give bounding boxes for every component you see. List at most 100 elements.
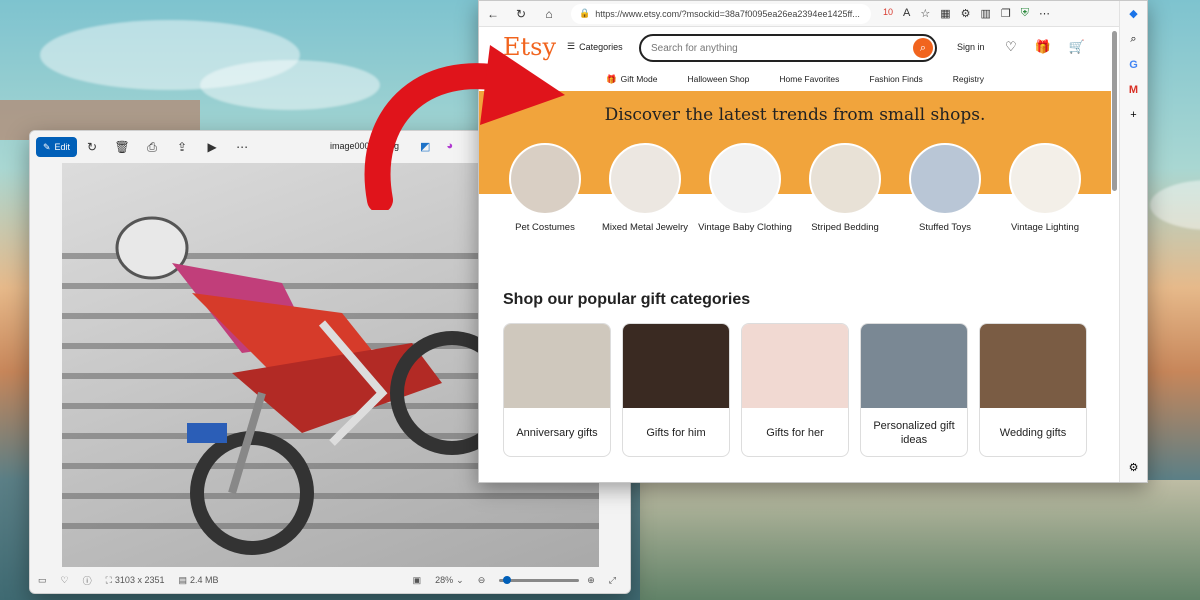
sign-in-link[interactable]: Sign in [957, 42, 985, 52]
subnav-gift-mode[interactable]: 🎁 Gift Mode [606, 69, 657, 89]
shield-icon[interactable]: ⛨ [1021, 7, 1029, 20]
trend-item[interactable]: Vintage Baby Clothing [695, 143, 795, 263]
read-aloud-icon[interactable]: A [903, 7, 910, 20]
search-icon[interactable]: ⌕ [1130, 33, 1136, 46]
subnav-fashion-finds[interactable]: Fashion Finds [869, 69, 922, 89]
fullscreen-icon[interactable]: ⤢ [609, 575, 616, 586]
gift-card-image[interactable] [504, 324, 610, 408]
trend-item[interactable]: Stuffed Toys [895, 143, 995, 263]
trend-item-label[interactable]: Pet Costumes [515, 222, 575, 234]
search-placeholder: Search for anything [651, 43, 738, 54]
more-menu-icon[interactable]: ⋯ [1039, 7, 1050, 20]
gift-card-label[interactable]: Wedding gifts [980, 408, 1086, 456]
url-text: https://www.etsy.com/?msockid=38a7f0095e… [595, 8, 860, 19]
add-icon[interactable]: + [1130, 109, 1136, 121]
gift-card-label[interactable]: Personalized gift ideas [861, 408, 967, 456]
search-button[interactable]: ⌕ [913, 38, 933, 58]
cart-icon[interactable]: 🛒 [1069, 39, 1085, 55]
etsy-subnav: 🎁 Gift Mode Halloween Shop Home Favorite… [479, 69, 1111, 89]
gift-card-image[interactable] [861, 324, 967, 408]
puzzle-icon[interactable]: ⚙ [961, 7, 971, 20]
lock-icon: 🔒 [579, 8, 591, 18]
print-icon[interactable]: ⎙ [137, 140, 167, 155]
browser-window[interactable]: ← ↻ ⌂ 🔒 https://www.etsy.com/?msockid=38… [478, 0, 1148, 483]
zoom-in-icon[interactable]: ⊕ [587, 575, 595, 586]
gift-card[interactable]: Gifts for him [622, 323, 730, 457]
trend-item[interactable]: Vintage Lighting [995, 143, 1095, 263]
gift-icon[interactable]: 🎁 [1035, 39, 1051, 55]
filmstrip-icon[interactable]: ▭ [38, 575, 47, 586]
gift-card-image[interactable] [623, 324, 729, 408]
slideshow-icon[interactable]: ▶ [197, 140, 227, 154]
share-icon[interactable]: ⇪ [167, 140, 197, 154]
chevron-down-icon: ⌄ [456, 574, 464, 585]
trend-item-label[interactable]: Vintage Lighting [1011, 222, 1079, 234]
info-icon[interactable]: ⓘ [83, 574, 92, 587]
rotate-icon[interactable]: ↻ [77, 140, 107, 154]
refresh-icon[interactable]: ↻ [507, 7, 535, 21]
zoom-dropdown[interactable]: 28% ⌄ [435, 575, 464, 586]
trends-title: Discover the latest trends from small sh… [604, 105, 986, 125]
edit-button[interactable]: ✎ Edit [36, 137, 78, 157]
gift-card-label[interactable]: Gifts for her [742, 408, 848, 456]
favorite-icon[interactable]: ♡ [61, 575, 69, 586]
gift-card-image[interactable] [742, 324, 848, 408]
gift-card[interactable]: Wedding gifts [979, 323, 1087, 457]
gift-mode-icon: 🎁 [606, 73, 617, 84]
zoom-out-icon[interactable]: ⊖ [478, 575, 486, 586]
gift-card[interactable]: Gifts for her [741, 323, 849, 457]
trend-item-image[interactable] [909, 143, 981, 215]
image-dimensions: 3103 x 2351 [114, 575, 165, 585]
favorite-star-icon[interactable]: ☆ [920, 7, 930, 20]
url-field[interactable]: 🔒 https://www.etsy.com/?msockid=38a7f009… [571, 3, 871, 24]
google-icon[interactable]: G [1129, 59, 1138, 71]
trend-item-label[interactable]: Mixed Metal Jewelry [602, 222, 688, 234]
gift-card-image[interactable] [980, 324, 1086, 408]
viewer-status-bar: ▭ ♡ ⓘ ⛶ 3103 x 2351 ▤ 2.4 MB ▣ 28% ⌄ ⊖ ⊕… [30, 567, 630, 593]
gift-card[interactable]: Personalized gift ideas [860, 323, 968, 457]
gift-card-label[interactable]: Anniversary gifts [504, 408, 610, 456]
home-icon[interactable]: ⌂ [535, 7, 563, 21]
tracker-badge[interactable]: 10 [883, 7, 893, 20]
trend-item-image[interactable] [609, 143, 681, 215]
trend-item-image[interactable] [1009, 143, 1081, 215]
trend-item-label[interactable]: Stuffed Toys [919, 222, 971, 234]
back-icon[interactable]: ← [479, 7, 507, 21]
zoom-level: 28% [435, 575, 454, 585]
subnav-halloween-shop[interactable]: Halloween Shop [687, 69, 749, 89]
trend-item[interactable]: Mixed Metal Jewelry [595, 143, 695, 263]
zoom-slider[interactable] [499, 575, 580, 584]
page-scrollbar[interactable] [1112, 31, 1117, 191]
trend-item-label[interactable]: Vintage Baby Clothing [698, 222, 792, 234]
gifts-title: Shop our popular gift categories [503, 291, 751, 308]
fit-view-icon[interactable]: ▣ [413, 575, 422, 586]
edit-label: Edit [54, 142, 71, 152]
collections-icon[interactable]: ❐ [1001, 7, 1011, 20]
gift-categories: Anniversary gifts Gifts for him Gifts for … [503, 323, 1087, 457]
address-bar-row: ← ↻ ⌂ 🔒 https://www.etsy.com/?msockid=38… [479, 1, 1147, 27]
more-icon[interactable]: ⋯ [227, 140, 257, 154]
trend-item-image[interactable] [809, 143, 881, 215]
trend-categories: Pet Costumes Mixed Metal Jewelry Vintage B… [495, 143, 1095, 263]
red-arrow-annotation [364, 45, 565, 210]
zoom-slider-knob[interactable] [503, 575, 512, 584]
extensions-icon[interactable]: ▦ [940, 7, 950, 20]
gmail-icon[interactable]: M [1129, 84, 1138, 96]
trend-item-image[interactable] [709, 143, 781, 215]
subnav-registry[interactable]: Registry [953, 69, 984, 89]
trend-item[interactable]: Striped Bedding [795, 143, 895, 263]
categories-menu[interactable]: ☰ Categories [567, 41, 623, 52]
gift-card-label[interactable]: Gifts for him [623, 408, 729, 456]
settings-icon[interactable]: ⚙ [1129, 461, 1139, 474]
dimensions-icon: ⛶ [105, 574, 112, 585]
trend-item-label[interactable]: Striped Bedding [811, 222, 879, 234]
search-input[interactable]: Search for anything ⌕ [639, 34, 937, 62]
subnav-home-favorites[interactable]: Home Favorites [779, 69, 839, 89]
copilot-icon[interactable]: ◆ [1129, 7, 1137, 20]
heart-icon[interactable]: ♡ [1005, 39, 1017, 55]
gift-card[interactable]: Anniversary gifts [503, 323, 611, 457]
split-screen-icon[interactable]: ▥ [981, 7, 991, 20]
delete-icon[interactable]: 🗑 [107, 140, 137, 154]
subnav-label: Gift Mode [620, 74, 658, 84]
file-size: 2.4 MB [189, 575, 219, 585]
